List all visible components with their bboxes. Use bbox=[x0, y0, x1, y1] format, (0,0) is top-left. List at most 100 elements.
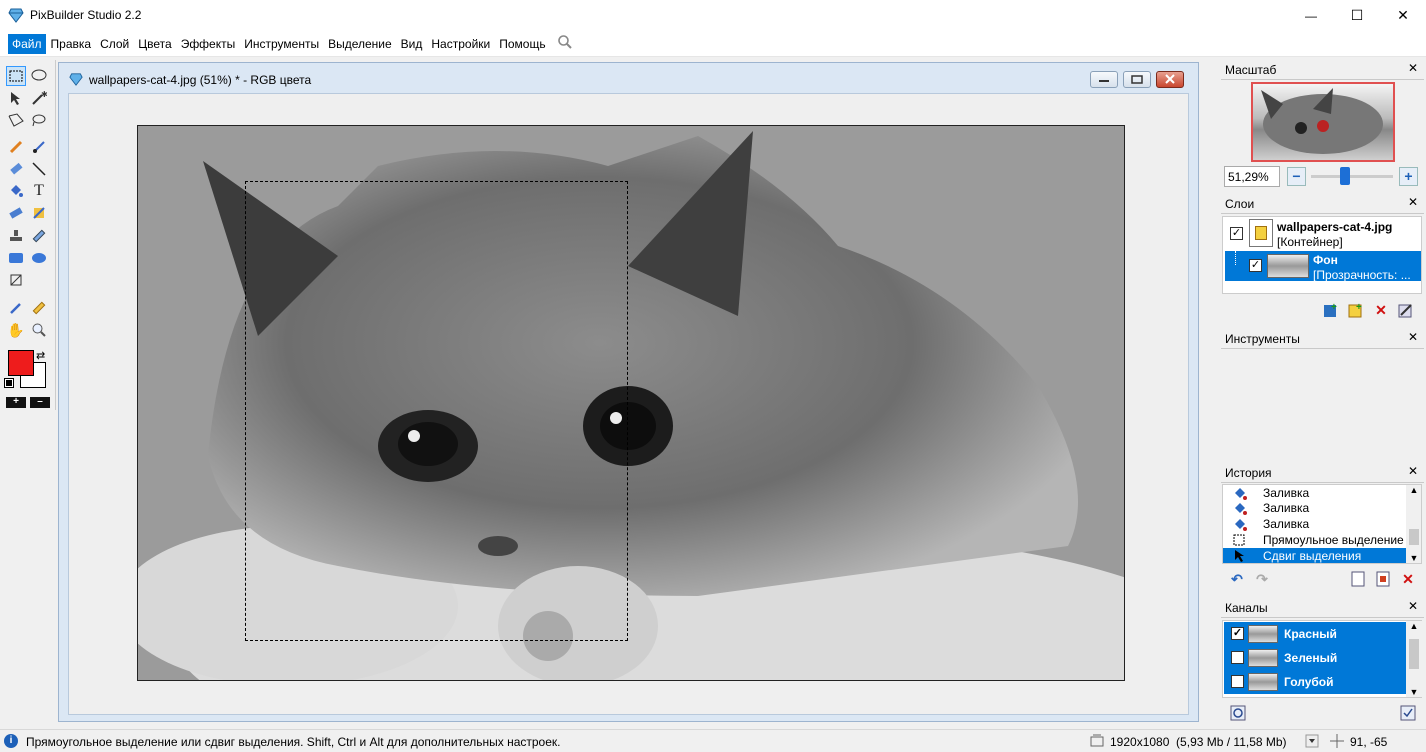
cursor-position-icon bbox=[1330, 734, 1344, 751]
polygon-lasso-icon[interactable] bbox=[6, 110, 26, 130]
document-window: wallpapers-cat-4.jpg (51%) * - RGB цвета bbox=[58, 62, 1199, 722]
history-panel-title: История bbox=[1225, 466, 1272, 480]
menu-selection[interactable]: Выделение bbox=[324, 34, 396, 54]
menu-colors[interactable]: Цвета bbox=[134, 34, 175, 54]
layer-row-container[interactable]: ✓ wallpapers-cat-4.jpg [Контейнер] bbox=[1223, 217, 1421, 249]
channel-visibility-checkbox[interactable]: ✓ bbox=[1231, 627, 1244, 640]
menu-edit[interactable]: Правка bbox=[47, 34, 96, 54]
gradient-icon[interactable] bbox=[6, 203, 26, 223]
rect-shape-icon[interactable] bbox=[6, 248, 26, 268]
canvas-area[interactable] bbox=[68, 93, 1189, 715]
delete-layer-icon[interactable]: ✕ bbox=[1371, 300, 1391, 320]
menu-help[interactable]: Помощь bbox=[495, 34, 549, 54]
pencil-icon[interactable] bbox=[6, 137, 26, 157]
hand-icon[interactable]: ✋ bbox=[6, 320, 26, 340]
eyedropper-icon[interactable] bbox=[6, 298, 26, 318]
layer-visibility-checkbox[interactable]: ✓ bbox=[1230, 227, 1243, 240]
line-icon[interactable] bbox=[29, 159, 49, 179]
crop-icon[interactable] bbox=[6, 270, 26, 290]
text-icon[interactable]: T bbox=[29, 181, 49, 201]
new-container-icon[interactable]: + bbox=[1346, 300, 1366, 320]
close-icon[interactable]: ✕ bbox=[1408, 195, 1418, 209]
history-item[interactable]: Заливка bbox=[1223, 516, 1406, 532]
swap-colors-icon[interactable]: ⇄ bbox=[36, 349, 45, 362]
new-layer-icon[interactable]: + bbox=[1321, 300, 1341, 320]
new-document-icon[interactable] bbox=[1348, 569, 1368, 589]
healing-icon[interactable] bbox=[29, 226, 49, 246]
layers-list: ✓ wallpapers-cat-4.jpg [Контейнер] ✓ Фон… bbox=[1222, 216, 1422, 294]
tree-line bbox=[1235, 251, 1236, 265]
layer-visibility-checkbox[interactable]: ✓ bbox=[1249, 259, 1262, 272]
add-icon[interactable]: + bbox=[6, 397, 26, 408]
foreground-color-swatch[interactable] bbox=[8, 350, 34, 376]
cat-image[interactable] bbox=[137, 125, 1125, 681]
selection-marquee[interactable] bbox=[245, 181, 628, 641]
toolbox: ✱ T ✋ ⇄ + – bbox=[0, 60, 56, 410]
doc-close-button[interactable] bbox=[1156, 71, 1184, 88]
smudge-icon[interactable] bbox=[29, 203, 49, 223]
zoom-slider-thumb[interactable] bbox=[1340, 167, 1351, 185]
eraser-icon[interactable] bbox=[6, 159, 26, 179]
close-icon[interactable]: ✕ bbox=[1408, 61, 1418, 75]
doc-restore-button[interactable] bbox=[1123, 71, 1151, 88]
close-icon[interactable]: ✕ bbox=[1408, 464, 1418, 478]
channels-panel-header: Каналы ✕ bbox=[1221, 596, 1424, 618]
remove-icon[interactable]: – bbox=[30, 397, 50, 408]
navigator-thumbnail[interactable] bbox=[1251, 82, 1395, 162]
redo-icon[interactable]: ↷ bbox=[1252, 569, 1272, 589]
stamp-icon[interactable] bbox=[6, 226, 26, 246]
history-panel-header: История ✕ bbox=[1221, 461, 1424, 483]
fill-bucket-icon[interactable] bbox=[6, 181, 26, 201]
menu-layer[interactable]: Слой bbox=[96, 34, 133, 54]
history-item[interactable]: Заливка bbox=[1223, 485, 1406, 501]
reset-colors-icon[interactable] bbox=[4, 378, 14, 388]
menu-effects[interactable]: Эффекты bbox=[177, 34, 240, 54]
channel-visibility-checkbox[interactable] bbox=[1231, 651, 1244, 664]
zoom-slider-track[interactable] bbox=[1311, 175, 1393, 178]
zoom-icon[interactable] bbox=[29, 320, 49, 340]
zoom-input[interactable]: 51,29% bbox=[1224, 166, 1280, 187]
history-item-selected[interactable]: Сдвиг выделения bbox=[1223, 548, 1406, 563]
channel-row-green[interactable]: Зеленый bbox=[1224, 646, 1406, 670]
channel-row-red[interactable]: ✓ Красный bbox=[1224, 622, 1406, 646]
layer-properties-icon[interactable] bbox=[1396, 300, 1416, 320]
history-item[interactable]: Заливка bbox=[1223, 500, 1406, 516]
close-icon[interactable]: ✕ bbox=[1408, 599, 1418, 613]
channel-mask-icon[interactable] bbox=[1228, 703, 1248, 723]
zoom-out-button[interactable]: − bbox=[1287, 167, 1306, 186]
rect-select-icon[interactable] bbox=[6, 66, 26, 86]
ellipse-shape-icon[interactable] bbox=[29, 248, 49, 268]
menu-file[interactable]: Файл bbox=[8, 33, 46, 54]
magic-wand-icon[interactable]: ✱ bbox=[29, 88, 49, 108]
channel-row-blue[interactable]: Голубой bbox=[1224, 670, 1406, 694]
zoom-in-button[interactable]: + bbox=[1399, 167, 1418, 186]
delete-history-icon[interactable]: ✕ bbox=[1398, 569, 1418, 589]
close-button[interactable]: ✕ bbox=[1380, 0, 1426, 31]
snapshot-icon[interactable] bbox=[1373, 569, 1393, 589]
menu-tools[interactable]: Инструменты bbox=[240, 34, 323, 54]
minimize-button[interactable]: — bbox=[1288, 0, 1334, 31]
close-icon[interactable]: ✕ bbox=[1408, 330, 1418, 344]
app-logo-icon bbox=[8, 7, 24, 23]
undo-icon[interactable]: ↶ bbox=[1227, 569, 1247, 589]
image-size-icon bbox=[1090, 734, 1104, 751]
brush-icon[interactable] bbox=[29, 137, 49, 157]
history-scrollbar[interactable]: ▲ ▼ bbox=[1406, 485, 1421, 563]
channel-thumbnail bbox=[1248, 673, 1278, 691]
magnetic-lasso-icon[interactable] bbox=[29, 110, 49, 130]
menu-view[interactable]: Вид bbox=[397, 34, 427, 54]
search-icon[interactable] bbox=[557, 34, 573, 53]
history-item[interactable]: Прямоульное выделение bbox=[1223, 532, 1406, 548]
document-title: wallpapers-cat-4.jpg (51%) * - RGB цвета bbox=[89, 73, 312, 87]
menu-settings[interactable]: Настройки bbox=[427, 34, 494, 54]
lasso-icon[interactable] bbox=[29, 66, 49, 86]
channel-visibility-checkbox[interactable] bbox=[1231, 675, 1244, 688]
dropdown-icon[interactable] bbox=[1305, 734, 1319, 751]
move-icon[interactable] bbox=[6, 88, 26, 108]
layer-row-background[interactable]: ✓ Фон [Прозрачность: ... bbox=[1225, 251, 1421, 282]
channels-scrollbar[interactable]: ▲ ▼ bbox=[1406, 621, 1422, 697]
maximize-button[interactable]: ☐ bbox=[1334, 0, 1380, 31]
measure-icon[interactable] bbox=[29, 298, 49, 318]
doc-minimize-button[interactable] bbox=[1090, 71, 1118, 88]
channel-apply-icon[interactable] bbox=[1398, 703, 1418, 723]
